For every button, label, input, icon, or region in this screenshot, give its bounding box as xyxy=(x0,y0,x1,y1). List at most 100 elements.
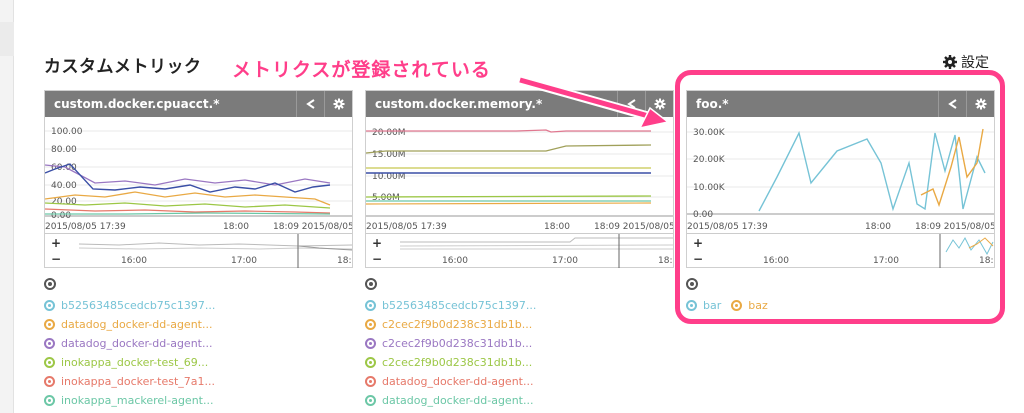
legend-dot-icon xyxy=(44,319,55,330)
nav-label: 16:00 xyxy=(763,256,789,266)
rail-mark xyxy=(0,22,14,56)
legend-foo: bar baz xyxy=(686,278,768,315)
y-tick: 10.00K xyxy=(693,183,726,193)
legend-item[interactable]: c2cec2f9b0d238c31db1b... xyxy=(365,353,536,372)
series-line xyxy=(45,164,331,186)
zoom-in-button[interactable]: + xyxy=(372,237,382,249)
widget-settings-button[interactable] xyxy=(645,91,673,117)
range-preview: 16:00 17:00 18: xyxy=(763,234,993,268)
share-button[interactable] xyxy=(617,91,645,117)
legend-item[interactable]: bar xyxy=(686,296,721,315)
range-navigator[interactable]: + − 16:00 17:00 18: xyxy=(45,233,352,268)
nav-label: 17:00 xyxy=(552,256,578,266)
legend-dot-icon xyxy=(44,338,55,349)
x-label: 2015/08/05 17:39 xyxy=(687,222,768,232)
x-label: 18:09 2015/08/05 xyxy=(594,222,673,232)
widget-memory: custom.docker.memory.* 20.00M 15.00M 10.… xyxy=(365,90,674,268)
range-preview: 16:00 17:00 18: xyxy=(79,234,352,268)
gear-icon xyxy=(943,55,957,69)
legend-toggle-icon[interactable] xyxy=(44,278,56,290)
legend-dot-icon xyxy=(365,376,376,387)
share-button[interactable] xyxy=(296,91,324,117)
legend-item[interactable]: c2cec2f9b0d238c31db1b... xyxy=(365,334,536,353)
nav-label: 17:00 xyxy=(231,256,257,266)
legend-dot-icon xyxy=(731,300,743,311)
x-label: 2015/08/05 17:39 xyxy=(366,222,447,232)
legend-item[interactable]: datadog_docker-dd-agent... xyxy=(365,372,536,391)
legend-dot-icon xyxy=(365,319,376,330)
legend-item[interactable]: datadog_docker-dd-agent... xyxy=(365,391,536,410)
share-icon xyxy=(305,99,315,109)
legend-toggle-icon[interactable] xyxy=(686,278,698,290)
zoom-out-button[interactable]: − xyxy=(51,253,61,265)
annotation-text: メトリクスが登録されている xyxy=(232,59,491,81)
left-rail xyxy=(0,0,14,413)
widget-title: custom.docker.cpuacct.* xyxy=(54,97,220,111)
widget-settings-button[interactable] xyxy=(966,91,994,117)
legend-item[interactable]: inokappa_mackerel-agent... xyxy=(44,391,215,410)
share-button[interactable] xyxy=(938,91,966,117)
range-preview: 16:00 17:00 18: xyxy=(400,234,673,268)
chart-foo: 30.00K 20.00K 10.00K 0.00 2015/08/05 17:… xyxy=(687,128,994,232)
legend-item[interactable]: b52563485cedcb75c1397... xyxy=(44,296,215,315)
legend-item[interactable]: inokappa_docker-test_7a1... xyxy=(44,372,215,391)
legend-toggle-icon[interactable] xyxy=(365,278,377,290)
range-navigator[interactable]: + − 16:00 17:00 18: xyxy=(687,233,994,268)
chart-cpuacct: 100.00 80.00 60.00 40.00 20.00 0.00 2015… xyxy=(45,127,352,232)
legend-item[interactable]: c2cec2f9b0d238c31db1b... xyxy=(365,315,536,334)
share-icon xyxy=(947,99,957,109)
gear-icon xyxy=(333,98,344,110)
y-tick: 20.00 xyxy=(51,197,77,207)
nav-label: 18: xyxy=(658,256,672,266)
nav-label: 16:00 xyxy=(442,256,468,266)
nav-label: 17:00 xyxy=(873,256,899,266)
legend-item[interactable]: datadog_docker-dd-agent... xyxy=(44,334,215,353)
legend-dot-icon xyxy=(365,357,376,368)
y-tick: 20.00K xyxy=(693,155,726,165)
x-label: 18:00 xyxy=(544,222,570,232)
y-tick: 20.00M xyxy=(372,128,406,138)
legend-item[interactable]: datadog_docker-dd-agent... xyxy=(44,315,215,334)
zoom-out-button[interactable]: − xyxy=(693,253,703,265)
widget-settings-button[interactable] xyxy=(324,91,352,117)
x-label: 2015/08/05 17:39 xyxy=(45,222,126,232)
legend-dot-icon xyxy=(365,300,376,311)
range-navigator[interactable]: + − 16:00 17:00 18: xyxy=(366,233,673,268)
zoom-in-button[interactable]: + xyxy=(693,237,703,249)
series-line xyxy=(366,202,652,205)
settings-label: 設定 xyxy=(961,55,989,71)
zoom-in-button[interactable]: + xyxy=(51,237,61,249)
settings-button[interactable]: 設定 xyxy=(942,52,989,72)
x-label: 18:00 xyxy=(223,222,249,232)
series-line xyxy=(45,208,331,214)
nav-label: 18: xyxy=(337,256,351,266)
legend-item[interactable]: b52563485cedcb75c1397... xyxy=(365,296,536,315)
nav-label: 18: xyxy=(979,256,993,266)
gear-icon xyxy=(654,98,665,110)
widget-foo: foo.* 30.00K 20.00K 10.00K 0.00 2015/08/… xyxy=(686,90,995,268)
y-tick: 30.00K xyxy=(693,128,726,138)
legend-dot-icon xyxy=(365,338,376,349)
series-line-bar xyxy=(758,130,986,212)
x-label: 18:00 xyxy=(865,222,891,232)
zoom-out-button[interactable]: − xyxy=(372,253,382,265)
nav-label: 16:00 xyxy=(121,256,147,266)
series-line xyxy=(366,144,652,154)
legend-memory: b52563485cedcb75c1397... c2cec2f9b0d238c… xyxy=(365,278,536,410)
widget-header: custom.docker.memory.* xyxy=(366,91,673,117)
y-tick: 80.00 xyxy=(51,145,77,155)
legend-inline: bar baz xyxy=(686,296,768,315)
legend-item[interactable]: baz xyxy=(731,296,768,315)
widget-header: custom.docker.cpuacct.* xyxy=(45,91,352,117)
y-tick: 100.00 xyxy=(51,127,83,137)
series-line xyxy=(45,212,331,215)
y-tick: 0.00 xyxy=(51,211,71,221)
gear-icon xyxy=(975,98,986,110)
chart-memory: 20.00M 15.00M 10.00M 5.00M 2015/08/05 17… xyxy=(366,128,673,232)
y-tick: 0.00 xyxy=(693,210,713,220)
share-icon xyxy=(626,99,636,109)
series-line xyxy=(45,191,331,206)
legend-dot-icon xyxy=(44,376,55,387)
legend-dot-icon xyxy=(44,395,55,406)
legend-item[interactable]: inokappa_docker-test_69... xyxy=(44,353,215,372)
